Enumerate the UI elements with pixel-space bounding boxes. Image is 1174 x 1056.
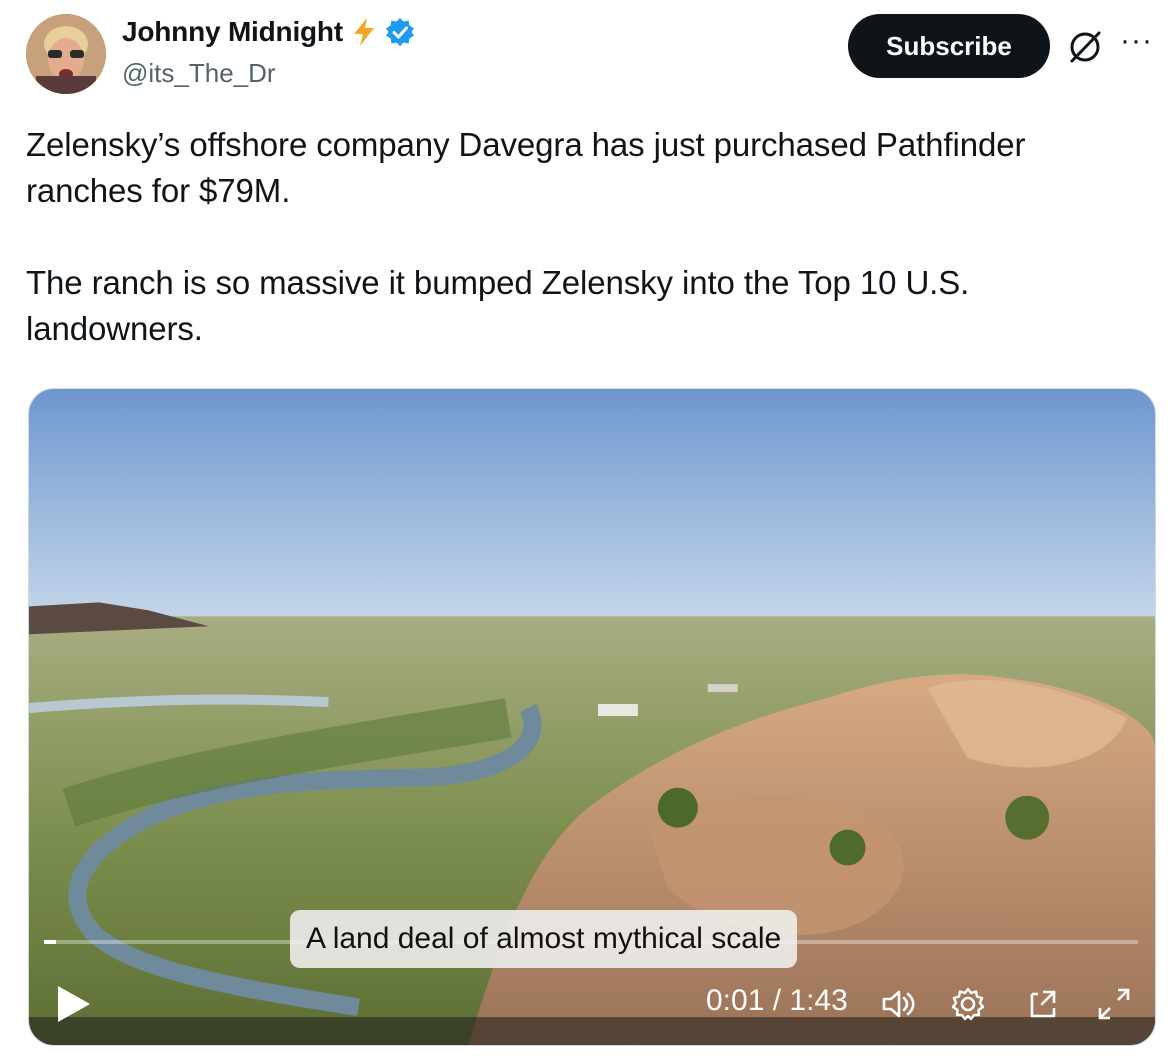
verified-badge-icon[interactable]	[385, 17, 415, 47]
display-name[interactable]: Johnny Midnight	[122, 16, 343, 48]
author-name-row: Johnny Midnight	[122, 16, 415, 48]
play-icon[interactable]	[56, 984, 92, 1024]
subscribe-button[interactable]: Subscribe	[848, 14, 1050, 78]
author-handle[interactable]: @its_The_Dr	[122, 58, 276, 89]
volume-icon[interactable]	[878, 984, 918, 1024]
avatar[interactable]	[26, 14, 106, 94]
tweet-text: Zelensky’s offshore company Davegra has …	[26, 126, 1026, 347]
fullscreen-icon[interactable]	[1094, 984, 1134, 1024]
settings-gear-icon[interactable]	[948, 984, 988, 1024]
picture-in-picture-icon[interactable]	[1024, 984, 1064, 1024]
grok-icon[interactable]	[1066, 28, 1104, 66]
more-options-icon[interactable]: ···	[1120, 24, 1153, 58]
video-time: 0:01 / 1:43	[706, 984, 848, 1017]
video-progress-fill	[44, 940, 57, 944]
lightning-icon	[353, 18, 374, 46]
video-controls: 0:01 / 1:43	[28, 960, 1156, 1046]
